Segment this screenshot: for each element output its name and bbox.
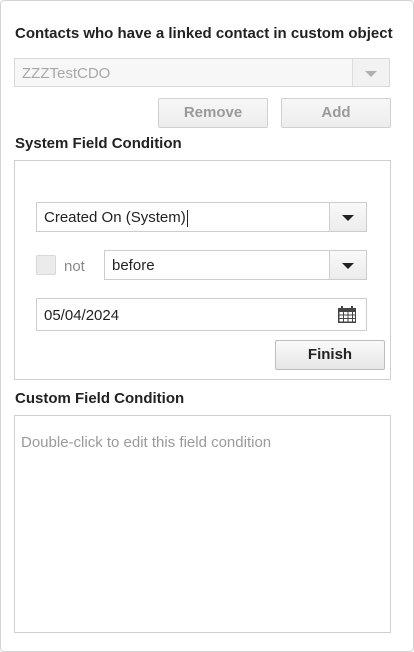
system-field-select[interactable]: Created On (System) xyxy=(36,202,367,232)
not-checkbox[interactable] xyxy=(36,255,56,275)
date-input-value: 05/04/2024 xyxy=(44,307,120,324)
text-caret xyxy=(186,209,188,227)
chevron-down-icon xyxy=(342,215,354,221)
chevron-down-icon xyxy=(342,263,354,269)
custom-field-condition-label: Custom Field Condition xyxy=(15,390,185,407)
system-field-select-value: Created On (System) xyxy=(44,209,186,226)
panel-title: Contacts who have a linked contact in cu… xyxy=(15,25,393,42)
calendar-icon[interactable] xyxy=(337,306,357,324)
custom-field-condition-box[interactable]: Double-click to edit this field conditio… xyxy=(14,415,391,633)
finish-button[interactable]: Finish xyxy=(275,340,385,370)
chevron-down-icon xyxy=(365,70,377,77)
contact-filter-panel: Contacts who have a linked contact in cu… xyxy=(0,0,414,652)
operator-select-value: before xyxy=(112,257,155,274)
custom-field-placeholder: Double-click to edit this field conditio… xyxy=(21,434,272,451)
not-label: not xyxy=(64,258,85,275)
operator-select[interactable]: before xyxy=(104,250,367,280)
add-button[interactable]: Add xyxy=(281,98,391,128)
custom-object-select-value: ZZZTestCDO xyxy=(22,65,111,82)
custom-object-dropdown-button[interactable] xyxy=(352,59,389,86)
operator-dropdown-button[interactable] xyxy=(329,251,366,279)
system-field-condition-label: System Field Condition xyxy=(15,135,182,152)
custom-object-select[interactable]: ZZZTestCDO xyxy=(14,58,390,87)
remove-button[interactable]: Remove xyxy=(158,98,268,128)
system-field-dropdown-button[interactable] xyxy=(329,203,366,231)
system-field-condition-box: Created On (System) not before 05/04/202… xyxy=(14,160,391,380)
date-input[interactable]: 05/04/2024 xyxy=(36,298,367,331)
